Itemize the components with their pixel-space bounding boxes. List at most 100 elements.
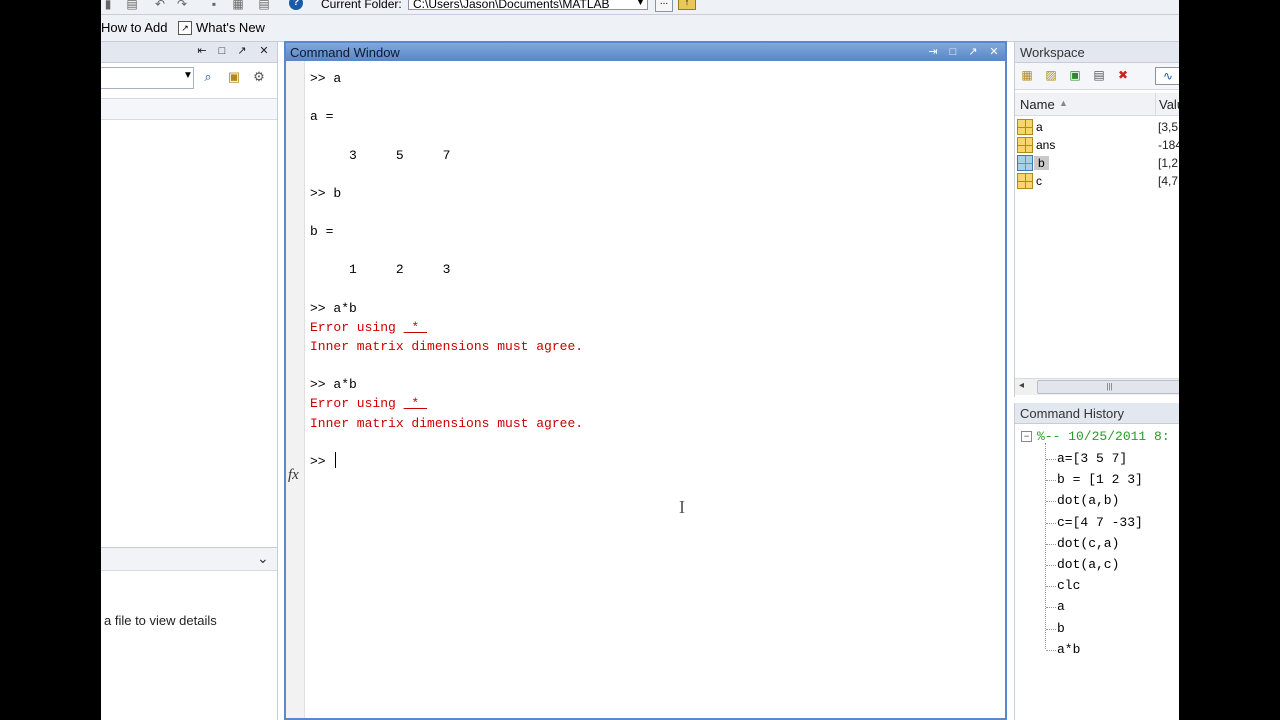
name-column-header[interactable]: Name — [1020, 97, 1055, 112]
collapse-icon[interactable]: − — [1021, 431, 1032, 442]
folder-up-icon[interactable]: ↑ — [678, 0, 696, 10]
output-line: >> b — [310, 185, 342, 201]
details-hint: a file to view details — [104, 613, 217, 628]
error-line: Inner matrix dimensions must agree. — [310, 415, 584, 431]
details-bar[interactable]: ⌄ — [101, 547, 277, 571]
browse-folder-button[interactable]: ... — [655, 0, 673, 12]
workspace-titlebar: Workspace — [1015, 42, 1179, 63]
output-line: a = — [310, 109, 334, 125]
shortcut-icon: ↗ — [178, 21, 192, 35]
current-folder-titlebar: ⇤ □ ↗ ✕ — [101, 42, 277, 63]
folder-icon[interactable]: ▣ — [224, 67, 244, 87]
history-item[interactable]: b = [1 2 3] — [1057, 472, 1143, 487]
output-line: >> a*b — [310, 300, 357, 316]
value-column-header[interactable]: Valu — [1159, 97, 1179, 112]
history-item[interactable]: a=[3 5 7] — [1057, 451, 1127, 466]
command-window-titlebar: Command Window ⇥ □ ↗ ✕ — [286, 43, 1005, 61]
output-line: 3 5 7 — [310, 147, 451, 163]
command-gutter: fx — [286, 61, 305, 718]
workspace-table-header: Name ▲ Valu — [1015, 93, 1179, 116]
variable-name: c — [1036, 174, 1042, 188]
file-list-header — [101, 98, 277, 120]
sort-ascending-icon: ▲ — [1059, 98, 1068, 108]
history-item[interactable]: clc — [1057, 578, 1080, 593]
delete-variable-icon[interactable]: ✖ — [1115, 67, 1131, 83]
scrollbar-thumb[interactable]: ||| — [1037, 380, 1179, 394]
variable-name: a — [1036, 120, 1043, 134]
cut-icon[interactable]: ▮ — [101, 0, 115, 11]
command-history-titlebar: Command History — [1015, 403, 1179, 424]
command-output: >> a a = 3 5 7 >> b b = 1 2 3 >> a*b Error us… — [310, 69, 583, 452]
workspace-toolbar: ▦ ▨ ▣ ▤ ✖ ∿ — [1015, 63, 1179, 90]
horizontal-scrollbar[interactable]: ◂ ||| — [1015, 378, 1179, 395]
close-icon[interactable]: ✕ — [987, 45, 1001, 59]
dock-icon[interactable]: ⇤ — [195, 44, 209, 58]
history-item[interactable]: a*b — [1057, 642, 1080, 657]
current-folder-field[interactable]: C:\Users\Jason\Documents\MATLAB — [408, 0, 648, 10]
history-item[interactable]: dot(a,b) — [1057, 493, 1119, 508]
variable-name: b — [1034, 156, 1049, 170]
output-line: >> a*b — [310, 377, 357, 393]
text-caret — [335, 452, 337, 468]
error-line: Inner matrix dimensions must agree. — [310, 338, 584, 354]
redo-icon[interactable]: ↷ — [175, 0, 189, 11]
error-function-link[interactable]: * — [404, 320, 427, 335]
matrix-icon — [1017, 137, 1033, 153]
error-function-link[interactable]: * — [404, 396, 427, 411]
variable-value: [1,2, — [1158, 156, 1179, 170]
command-history-title: Command History — [1020, 406, 1125, 421]
chevron-down-icon[interactable]: ▼ — [183, 70, 193, 81]
undo-icon[interactable]: ↶ — [153, 0, 167, 11]
history-item[interactable]: dot(c,a) — [1057, 536, 1119, 551]
matrix-icon — [1017, 155, 1033, 171]
matrix-icon — [1017, 119, 1033, 135]
history-item[interactable]: dot(a,c) — [1057, 557, 1119, 572]
guide-icon[interactable]: ▦ — [231, 0, 245, 11]
chevron-down-icon[interactable]: ▼ — [636, 0, 645, 7]
maximize-icon[interactable]: □ — [215, 44, 229, 58]
error-line: Error using * — [310, 396, 428, 412]
chevron-down-icon[interactable]: ⌄ — [257, 550, 269, 567]
workspace-row-selected[interactable]: b [1,2, — [1015, 154, 1179, 172]
plot-icon[interactable]: ∿ — [1155, 67, 1179, 85]
gear-icon[interactable]: ⚙ — [249, 67, 269, 87]
how-to-add-link[interactable]: How to Add — [101, 20, 168, 35]
new-variable-icon[interactable]: ▦ — [1019, 67, 1035, 83]
profiler-icon[interactable]: ▤ — [257, 0, 271, 11]
mouse-cursor: I — [679, 497, 685, 517]
simulink-icon[interactable]: ▪ — [207, 0, 221, 11]
scroll-left-icon[interactable]: ◂ — [1019, 380, 1024, 391]
undock-icon[interactable]: ↗ — [235, 44, 249, 58]
maximize-icon[interactable]: □ — [946, 45, 960, 59]
command-prompt-line[interactable]: >> — [310, 452, 337, 471]
output-line: 1 2 3 — [310, 262, 451, 278]
open-variable-icon[interactable]: ▨ — [1043, 67, 1059, 83]
undock-icon[interactable]: ↗ — [966, 45, 980, 59]
matlab-desktop: ▮ ▤ ↶ ↷ ▪ ▦ ▤ ? Current Folder: C:\Users… — [101, 0, 1179, 720]
whats-new-link[interactable]: What's New — [196, 20, 265, 35]
history-item[interactable]: c=[4 7 -33] — [1057, 515, 1143, 530]
help-icon[interactable]: ? — [289, 0, 303, 10]
print-icon[interactable]: ▤ — [1091, 67, 1107, 83]
paste-icon[interactable]: ▤ — [125, 0, 139, 11]
save-workspace-icon[interactable]: ▣ — [1067, 67, 1083, 83]
variable-value: [3,5, — [1158, 120, 1179, 134]
prompt: >> — [310, 454, 334, 469]
search-icon[interactable]: ⌕ — [198, 67, 218, 87]
workspace-row[interactable]: c [4,7, — [1015, 172, 1179, 190]
workspace-row[interactable]: a [3,5, — [1015, 118, 1179, 136]
output-line: >> a — [310, 71, 342, 86]
history-session-header: %-- 10/25/2011 8: — [1037, 429, 1170, 444]
command-window[interactable]: Command Window ⇥ □ ↗ ✕ fx >> a a = 3 5 7 >… — [284, 41, 1007, 720]
function-browser-icon[interactable]: fx — [288, 467, 299, 484]
history-item[interactable]: b — [1057, 621, 1065, 636]
history-item[interactable]: a — [1057, 599, 1065, 614]
dock-icon[interactable]: ⇥ — [926, 45, 940, 59]
folder-address-field[interactable] — [101, 67, 194, 89]
workspace-row[interactable]: ans -184 — [1015, 136, 1179, 154]
close-icon[interactable]: ✕ — [257, 44, 271, 58]
